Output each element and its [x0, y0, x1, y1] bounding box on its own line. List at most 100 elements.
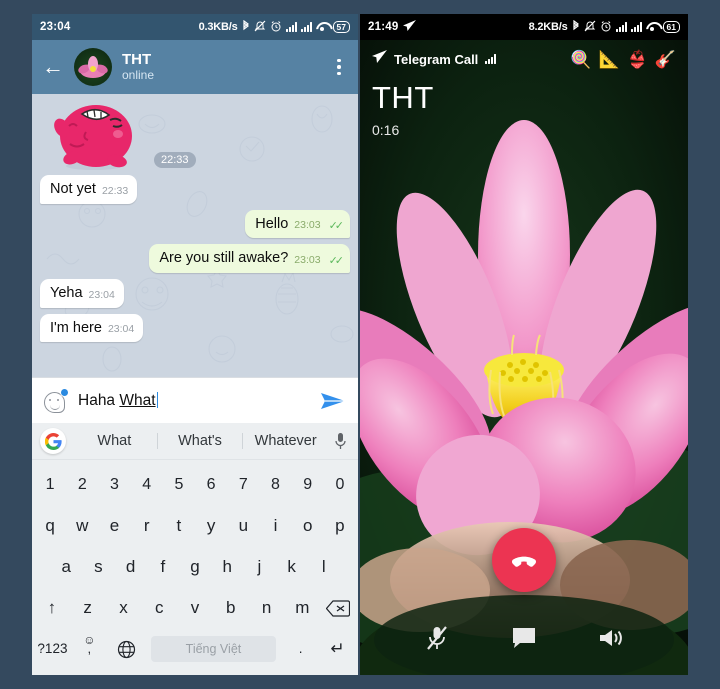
bikini-emoji: 👙 [626, 49, 648, 69]
key-d[interactable]: d [115, 547, 147, 587]
google-logo-icon[interactable] [40, 428, 66, 454]
message-input[interactable]: Haha What [78, 391, 310, 410]
incoming-bubble: Not yet 22:33 [40, 175, 138, 204]
message-text: Yeha [50, 285, 83, 302]
key-o[interactable]: o [292, 506, 324, 546]
message-input-bar: Haha What [32, 377, 358, 423]
key-g[interactable]: g [179, 547, 211, 587]
chat-bubble-icon [512, 628, 535, 648]
key-k[interactable]: k [276, 547, 308, 587]
telegram-icon [372, 50, 387, 68]
key-j[interactable]: j [243, 547, 275, 587]
key-9[interactable]: 9 [292, 465, 324, 505]
guitar-emoji: 🎸 [654, 49, 676, 69]
input-text-plain: Haha [78, 391, 120, 409]
lollipop-emoji: 🍭 [570, 49, 592, 69]
lotus-avatar-icon [78, 55, 108, 78]
space-key[interactable]: Tiếng Việt [150, 635, 277, 662]
data-rate-label: 0.3KB/s [198, 21, 238, 33]
overflow-menu-button[interactable] [330, 58, 348, 76]
incoming-bubble: Yeha 23:04 [40, 279, 124, 308]
key-q[interactable]: q [34, 506, 66, 546]
wifi-icon [646, 22, 659, 32]
message-time: 23:03 [294, 219, 321, 232]
key-f[interactable]: f [147, 547, 179, 587]
key-a[interactable]: a [50, 547, 82, 587]
mute-button[interactable] [420, 621, 454, 655]
key-4[interactable]: 4 [131, 465, 163, 505]
language-globe-icon[interactable] [108, 629, 145, 669]
shift-key[interactable]: ↑ [34, 588, 70, 628]
microphone-icon[interactable] [328, 432, 352, 451]
key-1[interactable]: 1 [34, 465, 66, 505]
key-c[interactable]: c [141, 588, 177, 628]
on-screen-keyboard: What What's Whatever 1 2 3 4 5 6 7 8 9 0… [32, 423, 358, 675]
left-status-bar: 23:04 0.3KB/s 57 [32, 14, 358, 40]
send-icon[interactable] [320, 390, 346, 412]
key-t[interactable]: t [163, 506, 195, 546]
key-y[interactable]: y [195, 506, 227, 546]
end-call-button[interactable] [492, 528, 556, 592]
suggestion-chip[interactable]: What's [156, 433, 243, 449]
key-m[interactable]: m [284, 588, 320, 628]
call-controls [360, 615, 688, 661]
silent-icon [584, 20, 596, 35]
speaker-button[interactable] [594, 621, 628, 655]
outgoing-bubble: Hello 23:03 ✓✓ [245, 209, 350, 239]
key-r[interactable]: r [131, 506, 163, 546]
key-0[interactable]: 0 [324, 465, 356, 505]
key-7[interactable]: 7 [227, 465, 259, 505]
emoji-comma-key[interactable]: ☺ , [71, 629, 108, 669]
key-8[interactable]: 8 [259, 465, 291, 505]
message-text: Not yet [50, 181, 96, 197]
bluetooth-icon [242, 19, 250, 35]
end-call-icon [511, 556, 537, 567]
key-l[interactable]: l [308, 547, 340, 587]
period-key[interactable]: . [282, 629, 319, 669]
suggestion-strip: What What's Whatever [32, 423, 358, 460]
key-u[interactable]: u [227, 506, 259, 546]
suggestion-chip[interactable]: What [72, 433, 157, 449]
key-e[interactable]: e [98, 506, 130, 546]
key-i[interactable]: i [259, 506, 291, 546]
avatar[interactable] [74, 48, 112, 86]
call-app-label: Telegram Call [394, 51, 479, 67]
back-button[interactable]: ← [42, 56, 64, 78]
key-b[interactable]: b [213, 588, 249, 628]
key-5[interactable]: 5 [163, 465, 195, 505]
input-text-composing: What [119, 391, 156, 409]
key-3[interactable]: 3 [98, 465, 130, 505]
chat-message-list[interactable]: 22:33 Not yet 22:33 Hello 23:03 ✓✓ Are y… [32, 94, 358, 377]
microphone-muted-icon [427, 626, 448, 650]
message-time: 23:03 [294, 254, 321, 267]
signal-icon [630, 22, 642, 32]
bluetooth-icon [572, 19, 580, 35]
message-time: 23:04 [107, 323, 135, 336]
message-text: Are you still awake? [159, 250, 289, 267]
signal-icon [300, 22, 312, 32]
suggestion-chip[interactable]: Whatever [242, 433, 328, 449]
text-caret [156, 391, 159, 408]
symbols-key[interactable]: ?123 [34, 629, 71, 669]
key-v[interactable]: v [177, 588, 213, 628]
backspace-key[interactable] [320, 588, 356, 628]
call-screen: Telegram Call 🍭 📐 👙 🎸 THT 0:16 [360, 40, 688, 675]
chat-button[interactable] [507, 621, 541, 655]
key-6[interactable]: 6 [195, 465, 227, 505]
key-x[interactable]: x [106, 588, 142, 628]
keyboard-row-modifiers: ?123 ☺ , Tiếng Việt . ↵ [34, 629, 356, 669]
enter-key[interactable]: ↵ [319, 629, 356, 669]
key-w[interactable]: w [66, 506, 98, 546]
key-s[interactable]: s [82, 547, 114, 587]
key-n[interactable]: n [249, 588, 285, 628]
key-p[interactable]: p [324, 506, 356, 546]
keyboard-row-home: a s d f g h j k l [34, 547, 356, 587]
keyboard-row-numbers: 1 2 3 4 5 6 7 8 9 0 [34, 465, 356, 505]
battery-icon: 61 [662, 21, 680, 33]
status-time: 21:49 [368, 21, 399, 33]
key-h[interactable]: h [211, 547, 243, 587]
key-2[interactable]: 2 [66, 465, 98, 505]
key-z[interactable]: z [70, 588, 106, 628]
sticker-smiley-icon[interactable] [44, 387, 69, 413]
keyboard-rows: 1 2 3 4 5 6 7 8 9 0 q w e r t y u i o p … [32, 460, 358, 675]
